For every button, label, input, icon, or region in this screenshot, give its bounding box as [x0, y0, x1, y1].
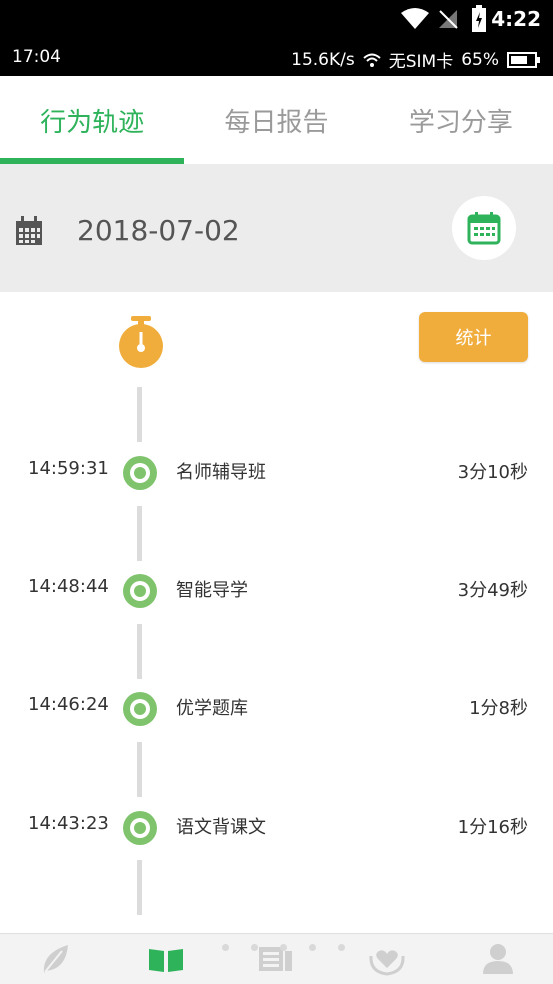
wifi-signal-icon	[401, 8, 429, 29]
timeline-connector	[137, 387, 142, 442]
nav-heart[interactable]	[332, 934, 443, 984]
timeline-connector	[137, 742, 142, 797]
tab-study-share[interactable]: 学习分享	[369, 76, 553, 164]
row-app-name: 名师辅导班	[176, 462, 266, 483]
row-duration: 1分16秒	[457, 817, 528, 838]
row-duration: 1分8秒	[469, 698, 528, 719]
sim-status: 无SIM卡	[388, 52, 454, 72]
row-time: 14:59:31	[28, 458, 109, 479]
book-icon	[148, 949, 183, 972]
stopwatch-icon	[119, 316, 163, 368]
nav-book[interactable]	[111, 934, 222, 984]
timeline-connector	[137, 860, 142, 915]
row-time: 14:46:24	[28, 694, 109, 715]
no-signal-icon	[439, 10, 458, 29]
nav-user[interactable]	[442, 934, 553, 984]
date-row: 2018-07-02	[0, 164, 553, 292]
selected-date: 2018-07-02	[77, 214, 240, 247]
status-bar: 17:04 15.6K/s 无SIM卡 65%	[0, 38, 553, 76]
timeline-dot-icon	[123, 811, 157, 845]
row-duration: 3分49秒	[457, 580, 528, 601]
statistics-button[interactable]: 统计	[419, 312, 528, 362]
row-duration: 3分10秒	[457, 462, 528, 483]
timeline-connector	[137, 624, 142, 679]
system-status-bar: 4:22	[0, 0, 553, 38]
battery-percent: 65%	[461, 49, 499, 70]
row-app-name: 智能导学	[176, 580, 248, 601]
timeline-dot-icon	[123, 456, 157, 490]
nav-news[interactable]	[221, 934, 332, 984]
system-clock: 4:22	[491, 7, 541, 31]
page-dot	[338, 944, 345, 951]
nav-leaf[interactable]	[0, 934, 111, 984]
user-icon	[482, 944, 513, 974]
calendar-picker-button[interactable]	[452, 196, 516, 260]
page-dot	[280, 944, 287, 951]
battery-icon	[507, 51, 540, 68]
network-speed: 15.6K/s	[291, 49, 355, 70]
page-dot	[251, 944, 258, 951]
bottom-nav	[0, 933, 553, 984]
wifi-icon	[363, 53, 381, 67]
calendar-icon	[16, 216, 42, 245]
page-dot	[222, 944, 229, 951]
tab-bar: 行为轨迹 每日报告 学习分享	[0, 76, 553, 164]
timeline-connector	[137, 506, 142, 561]
calendar-picker-icon	[467, 212, 501, 245]
timeline-dot-icon	[123, 692, 157, 726]
row-time: 14:48:44	[28, 576, 109, 597]
row-app-name: 语文背课文	[176, 817, 266, 838]
page-dot	[309, 944, 316, 951]
battery-charging-icon	[472, 5, 486, 32]
tab-behavior-track[interactable]: 行为轨迹	[0, 76, 185, 164]
row-time: 14:43:23	[28, 813, 109, 834]
tab-daily-report[interactable]: 每日报告	[184, 76, 368, 164]
leaf-icon	[44, 945, 69, 973]
timeline-dot-icon	[123, 574, 157, 608]
row-app-name: 优学题库	[176, 698, 248, 719]
page-indicator	[222, 944, 345, 951]
heart-hands-icon	[369, 950, 405, 976]
status-time: 17:04	[12, 47, 61, 67]
